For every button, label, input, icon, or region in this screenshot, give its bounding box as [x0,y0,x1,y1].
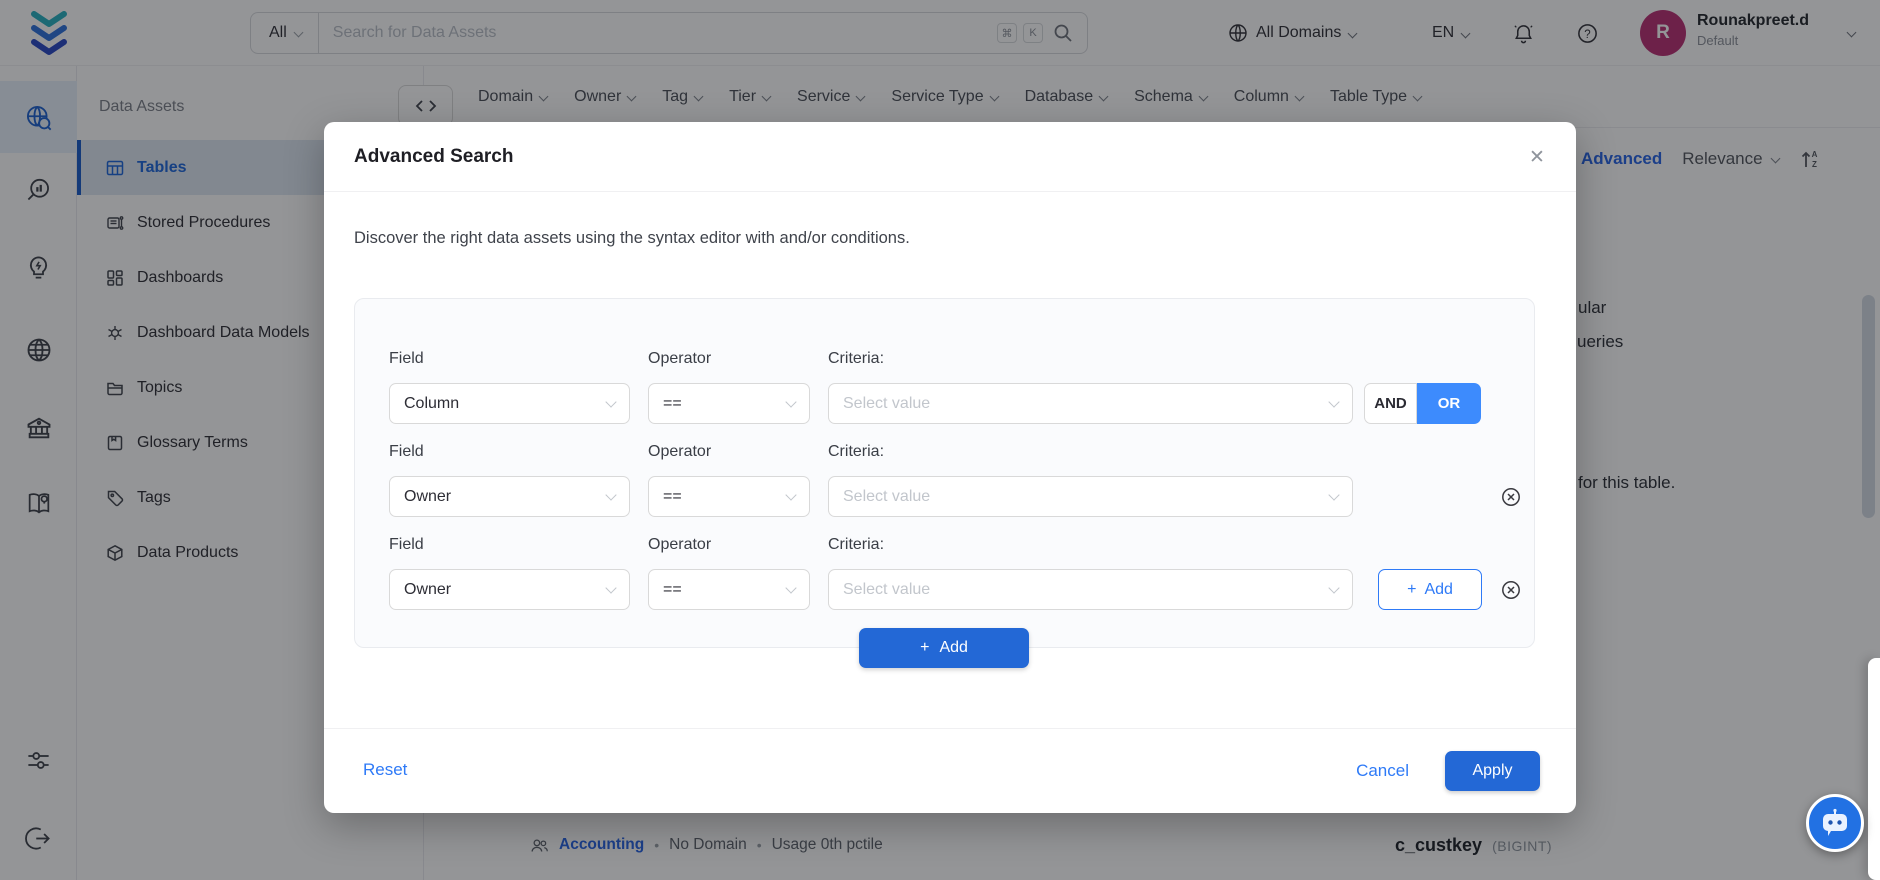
criteria-select-placeholder: Select value [843,487,931,505]
modal-header: Advanced Search ✕ [324,122,1576,192]
remove-condition-icon[interactable] [1500,486,1522,508]
criteria-select-placeholder: Select value [843,580,931,598]
modal-description: Discover the right data assets using the… [354,229,910,247]
operator-select-value: == [663,394,682,412]
criteria-label: Criteria: [828,443,885,460]
operator-label: Operator [648,443,712,460]
operator-label: Operator [648,536,712,553]
reset-button[interactable]: Reset [363,760,407,780]
condition-labels-row: Field Operator Criteria: [355,443,1534,463]
cancel-button[interactable]: Cancel [1356,761,1409,781]
field-select-value: Owner [404,580,452,598]
plus-icon: + [920,639,930,656]
chevron-down-icon [785,582,797,594]
field-select-value: Owner [404,487,452,505]
criteria-select-placeholder: Select value [843,394,931,412]
add-group-button[interactable]: + Add [859,628,1029,668]
operator-label: Operator [648,350,712,367]
field-select[interactable]: Column [389,383,630,424]
apply-button[interactable]: Apply [1445,751,1540,791]
field-label: Field [389,350,424,367]
field-select[interactable]: Owner [389,569,630,610]
close-icon[interactable]: ✕ [1524,144,1550,170]
operator-select[interactable]: == [648,383,810,424]
conjunction-toggle: AND OR [1364,383,1481,424]
criteria-select[interactable]: Select value [828,476,1353,517]
chevron-down-icon [1328,582,1340,594]
operator-select[interactable]: == [648,476,810,517]
app-root: All ⌘ K All Domains EN [0,0,1880,880]
operator-select-value: == [663,487,682,505]
field-label: Field [389,536,424,553]
chatbot-button[interactable] [1806,794,1864,852]
criteria-label: Criteria: [828,536,885,553]
modal-title: Advanced Search [354,146,514,167]
advanced-search-modal: Advanced Search ✕ Discover the right dat… [324,122,1576,813]
robot-icon [1823,808,1847,836]
modal-footer: Reset Cancel Apply [324,728,1576,813]
criteria-select[interactable]: Select value [828,383,1353,424]
and-toggle-button[interactable]: AND [1364,383,1417,424]
field-label: Field [389,443,424,460]
chevron-down-icon [1328,396,1340,408]
operator-select-value: == [663,580,682,598]
criteria-label: Criteria: [828,350,885,367]
field-select-value: Column [404,394,460,412]
chevron-down-icon [785,396,797,408]
condition-labels-row: Field Operator Criteria: [355,536,1534,556]
chevron-down-icon [605,489,617,501]
criteria-select[interactable]: Select value [828,569,1353,610]
chevron-down-icon [785,489,797,501]
condition-group: Field Operator Criteria: Column == Selec… [354,298,1535,668]
remove-condition-icon[interactable] [1500,579,1522,601]
add-condition-button[interactable]: + Add [1378,569,1482,610]
chevron-down-icon [1328,489,1340,501]
operator-select[interactable]: == [648,569,810,610]
side-panel-edge [1868,658,1880,880]
condition-labels-row: Field Operator Criteria: [355,350,1534,370]
chevron-down-icon [605,396,617,408]
chevron-down-icon [605,582,617,594]
or-toggle-button[interactable]: OR [1417,383,1481,424]
plus-icon: + [1407,580,1417,598]
field-select[interactable]: Owner [389,476,630,517]
